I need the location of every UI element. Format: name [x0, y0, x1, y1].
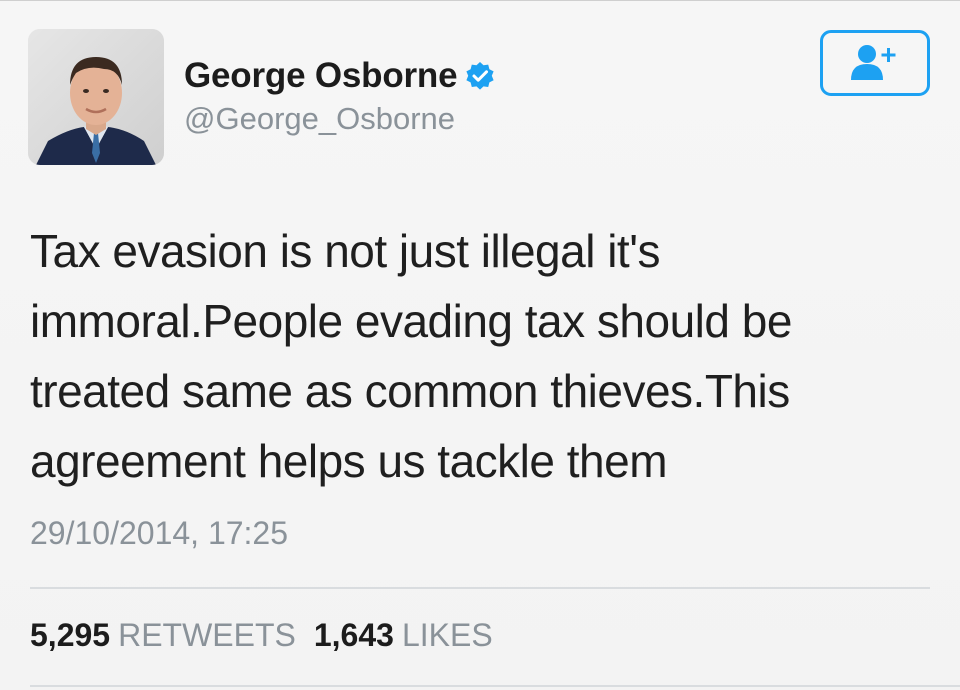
add-user-icon: [849, 42, 901, 85]
retweets-count[interactable]: 5,295: [30, 617, 110, 654]
likes-label[interactable]: LIKES: [402, 617, 493, 654]
tweet-text: Tax evasion is not just illegal it's imm…: [30, 225, 792, 487]
avatar-photo: [28, 29, 164, 165]
divider: [30, 587, 930, 589]
likes-count[interactable]: 1,643: [314, 617, 394, 654]
author-display-name[interactable]: George Osborne: [184, 56, 458, 96]
author-handle[interactable]: @George_Osborne: [184, 101, 455, 137]
tweet-timestamp[interactable]: 29/10/2014, 17:25: [30, 515, 288, 552]
tweet-stats: 5,295 RETWEETS 1,643 LIKES: [30, 617, 511, 654]
retweets-label[interactable]: RETWEETS: [118, 617, 296, 654]
author-name-row: George Osborne: [184, 53, 495, 99]
bottom-divider: [30, 685, 960, 687]
verified-badge-icon: [465, 61, 495, 91]
follow-button[interactable]: [820, 30, 930, 96]
author-avatar[interactable]: [28, 29, 164, 165]
tweet-card: George Osborne @George_Osborne Tax evasi…: [0, 0, 960, 690]
